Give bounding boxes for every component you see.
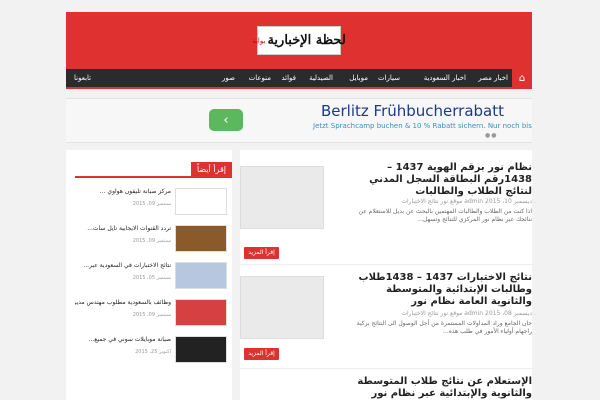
sidebar-item-title[interactable]: مركز صيانة تليفون هواوي ... [75,188,171,195]
sidebar-item[interactable]: نتائج الاختبارات في السعودية عبر... سبتم… [75,256,232,293]
jobs-thumbnail[interactable] [175,299,227,326]
ad-dots: ●● [485,132,498,139]
nav-item-benefits[interactable]: فوائد [281,69,296,87]
nav-item-photos[interactable]: صور [222,69,235,87]
article-2: نتائج الاختبارات 1437 – 1438طلاب وطالبات… [240,266,532,366]
sidebar-item-date: سبتمبر 09، 2015 [132,238,171,244]
nav-item-misc[interactable]: منوعات [249,69,271,87]
read-more-button[interactable]: إقرأ المزيد [244,348,279,360]
sidebar-item[interactable]: صيانة موبايلات سوني في جميع... اكتوبر 25… [75,330,232,367]
sidebar-item-title[interactable]: نتائج الاختبارات في السعودية عبر... [75,262,171,269]
logo-text: لحظة الإخبارية [267,33,346,48]
sidebar-heading-label: إقرأ أيضاً [190,162,232,178]
sidebar: إقرأ أيضاً مركز صيانة تليفون هواوي ... س… [66,150,232,400]
sidebar-item-title[interactable]: تردد القنوات الايجابية نايل سات... [75,225,171,232]
article-excerpt: اذا كنت من الطلاب والطالبات المهتمين بال… [358,208,532,223]
huawei-logo[interactable] [175,188,227,215]
logo-prefix: بوابة [252,36,266,45]
article-title[interactable]: الإستعلام عن نتائج طلاب المتوسطة والثانو… [347,376,532,400]
sidebar-item[interactable]: تردد القنوات الايجابية نايل سات... سبتمب… [75,219,232,256]
nav-item-pharmacy[interactable]: الصيدلية [309,69,333,87]
satellite-thumbnail[interactable] [175,225,227,252]
article-thumbnail[interactable] [240,166,324,229]
article-meta: ديسمبر 10، 2015 admin موقع نور نتائج الا… [401,198,532,205]
home-icon[interactable]: ⌂ [512,69,532,87]
nav-item-cars[interactable]: سيارات [378,69,400,87]
sidebar-item-title[interactable]: صيانة موبايلات سوني في جميع... [75,336,171,343]
nav-item-saudi[interactable]: اخبار السعودية [424,69,466,87]
nav-item-mobile[interactable]: موبايل [349,69,368,87]
ad-banner[interactable]: ‹ Berlitz Frühbucherrabatt Jetzt Sprachc… [66,98,532,143]
article-title[interactable]: نتائج الاختبارات 1437 – 1438طلاب وطالبات… [347,272,532,308]
sidebar-item-date: سبتمبر 09، 2015 [132,201,171,207]
nav-item-follow[interactable]: تابعونا [74,69,91,87]
article-1: نظام نور برقم الهوية 1437 – 1438رقم البط… [240,150,532,262]
divider [240,264,532,265]
article-3: الإستعلام عن نتائج طلاب المتوسطة والثانو… [240,370,532,400]
sidebar-item-date: سبتمبر 09، 2015 [132,312,171,318]
main-content: نظام نور برقم الهوية 1437 – 1438رقم البط… [240,150,532,400]
read-more-button[interactable]: إقرأ المزيد [244,247,279,259]
main-nav: ⌂ اخبار مصر اخبار السعودية سيارات موبايل… [66,69,532,89]
article-thumbnail[interactable] [240,276,324,339]
ad-arrow-button[interactable]: ‹ [209,109,243,131]
sidebar-item-date: اكتوبر 25، 2015 [135,349,171,355]
article-meta: ديسمبر 08، 2015 admin موقع نور نتائج الا… [401,310,532,317]
divider [240,368,532,369]
ad-title[interactable]: Berlitz Frühbucherrabatt [321,102,504,120]
sidebar-item-title[interactable]: وظائف بالسعودية مطلوب مهندس مدير... [75,299,171,306]
sidebar-item[interactable]: مركز صيانة تليفون هواوي ... سبتمبر 09، 2… [75,182,232,219]
sidebar-item[interactable]: وظائف بالسعودية مطلوب مهندس مدير... سبتم… [75,293,232,330]
sony-thumbnail[interactable] [175,336,227,363]
article-title[interactable]: نظام نور برقم الهوية 1437 – 1438رقم البط… [347,162,532,198]
page: بوابة لحظة الإخبارية ⌂ اخبار مصر اخبار ا… [0,0,600,400]
sidebar-item-date: سبتمبر 05، 2015 [132,275,171,281]
site-logo[interactable]: بوابة لحظة الإخبارية [252,26,346,55]
sidebar-heading: إقرأ أيضاً [75,162,232,178]
nav-item-egypt[interactable]: اخبار مصر [478,69,508,87]
ad-subtitle: Jetzt Sprachcamp buchen & 10 % Rabatt si… [313,122,532,130]
results-thumbnail[interactable] [175,262,227,289]
article-excerpt: حان الجامع وراد المداولات المستمرة من أج… [356,320,532,335]
